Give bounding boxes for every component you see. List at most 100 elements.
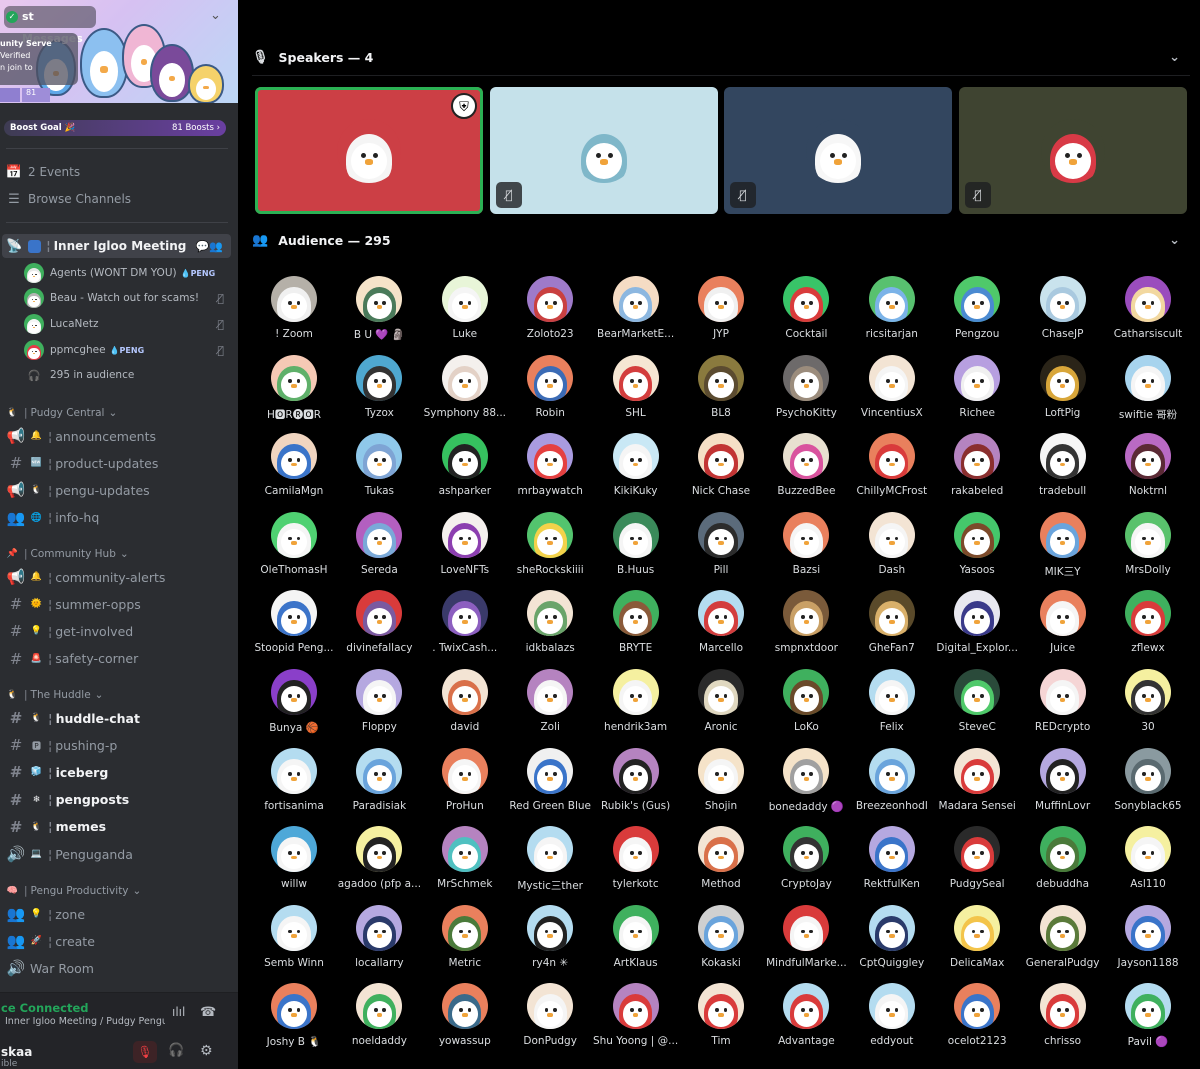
- audience-member[interactable]: ArtKlaus: [593, 901, 679, 977]
- audience-member[interactable]: LoveNFTs: [422, 508, 508, 584]
- events-link[interactable]: 📅 2 Events: [6, 160, 232, 184]
- audience-member[interactable]: mrbaywatch: [507, 429, 593, 505]
- audience-member[interactable]: ricsitarjan: [849, 272, 935, 348]
- disconnect-icon[interactable]: ☎: [200, 1005, 216, 1020]
- audience-member[interactable]: ChillyMCFrost: [849, 429, 935, 505]
- audience-member[interactable]: Bunya 🏀: [251, 665, 337, 741]
- audience-member[interactable]: Floppy: [336, 665, 422, 741]
- audience-member[interactable]: Pavil 🟣: [1105, 979, 1191, 1055]
- chat-invite-icons[interactable]: 💬👥: [196, 240, 223, 253]
- audience-member[interactable]: Bazsi: [763, 508, 849, 584]
- chevron-down-icon[interactable]: ⌄: [1169, 233, 1180, 248]
- audience-member[interactable]: BearMarketE...: [593, 272, 679, 348]
- speaker-tile[interactable]: 🎙̸: [490, 87, 718, 214]
- channel-item[interactable]: # 🧊 ¦ iceberg: [6, 759, 232, 785]
- audience-member[interactable]: Symphony 88...: [422, 351, 508, 427]
- audience-member[interactable]: swiftie 哥粉: [1105, 351, 1191, 427]
- voice-user[interactable]: Beau - Watch out for scams! 🎙̸: [24, 287, 224, 309]
- audience-member[interactable]: CamilaMgn: [251, 429, 337, 505]
- audience-member[interactable]: B.Huus: [593, 508, 679, 584]
- category-header[interactable]: 🐧 | The Huddle ⌄: [6, 687, 104, 703]
- audience-member[interactable]: Aronic: [678, 665, 764, 741]
- browse-channels-link[interactable]: ☰ Browse Channels: [6, 187, 232, 211]
- audience-member[interactable]: Sereda: [336, 508, 422, 584]
- audience-member[interactable]: VincentiusX: [849, 351, 935, 427]
- audience-member[interactable]: Dash: [849, 508, 935, 584]
- audience-member[interactable]: ProHun: [422, 744, 508, 820]
- audience-member[interactable]: fortisanima: [251, 744, 337, 820]
- audience-member[interactable]: Digital_Explor...: [934, 586, 1020, 662]
- voice-connected-channel[interactable]: Inner Igloo Meeting / Pudgy Pengui...: [5, 1016, 165, 1027]
- channel-item[interactable]: 👥 💡 ¦ zone: [6, 901, 232, 927]
- audience-member[interactable]: LoftPig: [1020, 351, 1106, 427]
- audience-member[interactable]: MuffinLovr: [1020, 744, 1106, 820]
- audience-member[interactable]: BL8: [678, 351, 764, 427]
- audience-member[interactable]: DonPudgy: [507, 979, 593, 1055]
- audience-member[interactable]: Mystic三ther: [507, 822, 593, 898]
- audience-member[interactable]: ashparker: [422, 429, 508, 505]
- audience-member[interactable]: Zoli: [507, 665, 593, 741]
- channel-item[interactable]: # 🅿 ¦ pushing-p: [6, 732, 232, 758]
- channel-item[interactable]: # 🆕 ¦ product-updates: [6, 450, 232, 476]
- audience-member[interactable]: Tukas: [336, 429, 422, 505]
- audience-member[interactable]: Advantage: [763, 979, 849, 1055]
- audience-member[interactable]: Zoloto23: [507, 272, 593, 348]
- audience-member[interactable]: chrisso: [1020, 979, 1106, 1055]
- audience-member[interactable]: bonedaddy 🟣: [763, 744, 849, 820]
- audience-member[interactable]: CptQuiggley: [849, 901, 935, 977]
- current-username[interactable]: skaa: [1, 1045, 32, 1059]
- audience-member[interactable]: divinefallacy: [336, 586, 422, 662]
- audience-member[interactable]: Rubik's (Gus): [593, 744, 679, 820]
- audience-member[interactable]: Noktrnl: [1105, 429, 1191, 505]
- audience-member[interactable]: ChaseJP: [1020, 272, 1106, 348]
- speaker-tile[interactable]: 🎙̸: [959, 87, 1187, 214]
- audience-member[interactable]: Felix: [849, 665, 935, 741]
- audience-member[interactable]: zflewx: [1105, 586, 1191, 662]
- audience-member[interactable]: locallarry: [336, 901, 422, 977]
- audience-member[interactable]: GheFan7: [849, 586, 935, 662]
- audience-member[interactable]: SHL: [593, 351, 679, 427]
- audience-member[interactable]: Red Green Blue: [507, 744, 593, 820]
- audience-member[interactable]: willw: [251, 822, 337, 898]
- mic-muted-icon[interactable]: 🎙: [133, 1041, 157, 1063]
- audience-member[interactable]: Marcello: [678, 586, 764, 662]
- voice-user[interactable]: LucaNetz 🎙̸: [24, 313, 224, 335]
- speakers-header[interactable]: 🎙 Speakers — 4 ⌄: [252, 47, 1190, 67]
- audience-member[interactable]: Paradisiak: [336, 744, 422, 820]
- audience-member[interactable]: Jayson1188: [1105, 901, 1191, 977]
- audience-member[interactable]: Cocktail: [763, 272, 849, 348]
- category-header[interactable]: 🧠 | Pengu Productivity ⌄: [6, 883, 141, 899]
- channel-item[interactable]: # ❄ ¦ pengposts: [6, 787, 232, 813]
- audience-member[interactable]: sheRockskiiii: [507, 508, 593, 584]
- audience-member[interactable]: Tyzox: [336, 351, 422, 427]
- audience-member[interactable]: MrSchmek: [422, 822, 508, 898]
- channel-item[interactable]: # 💡 ¦ get-involved: [6, 618, 232, 644]
- settings-gear-icon[interactable]: ⚙: [200, 1043, 213, 1059]
- audience-member[interactable]: Sonyblack65: [1105, 744, 1191, 820]
- voice-user[interactable]: Agents (WONT DM YOU) 💧PENG: [24, 262, 224, 284]
- channel-item[interactable]: # 🐧 ¦ huddle-chat: [6, 705, 232, 731]
- chevron-down-icon[interactable]: ⌄: [210, 8, 221, 23]
- channel-item[interactable]: # 🚨 ¦ safety-corner: [6, 646, 232, 672]
- audience-member[interactable]: Juice: [1020, 586, 1106, 662]
- audience-member[interactable]: MrsDolly: [1105, 508, 1191, 584]
- channel-item[interactable]: # 🌞 ¦ summer-opps: [6, 591, 232, 617]
- server-banner[interactable]: st Messages ✓ ⌄ unity Serve Verified n j…: [0, 0, 238, 103]
- audience-member[interactable]: Nick Chase: [678, 429, 764, 505]
- audience-member[interactable]: Metric: [422, 901, 508, 977]
- audience-member[interactable]: david: [422, 665, 508, 741]
- audience-member[interactable]: PsychoKitty: [763, 351, 849, 427]
- audience-member[interactable]: LoKo: [763, 665, 849, 741]
- audience-member[interactable]: REDcrypto: [1020, 665, 1106, 741]
- audience-member[interactable]: PudgySeal: [934, 822, 1020, 898]
- audience-member[interactable]: MindfulMarke...: [763, 901, 849, 977]
- category-header[interactable]: 📌 | Community Hub ⌄: [6, 546, 129, 562]
- voice-user[interactable]: ppmcghee 💧PENG 🎙̸: [24, 339, 224, 361]
- audience-member[interactable]: Luke: [422, 272, 508, 348]
- channel-item[interactable]: 👥 🚀 ¦ create: [6, 928, 232, 954]
- audience-member[interactable]: ry4n ✳: [507, 901, 593, 977]
- headset-icon[interactable]: 🎧: [168, 1043, 184, 1058]
- channel-item[interactable]: 🔊 War Room: [6, 955, 232, 981]
- audience-member[interactable]: Catharsiscult: [1105, 272, 1191, 348]
- audience-member[interactable]: smpnxtdoor: [763, 586, 849, 662]
